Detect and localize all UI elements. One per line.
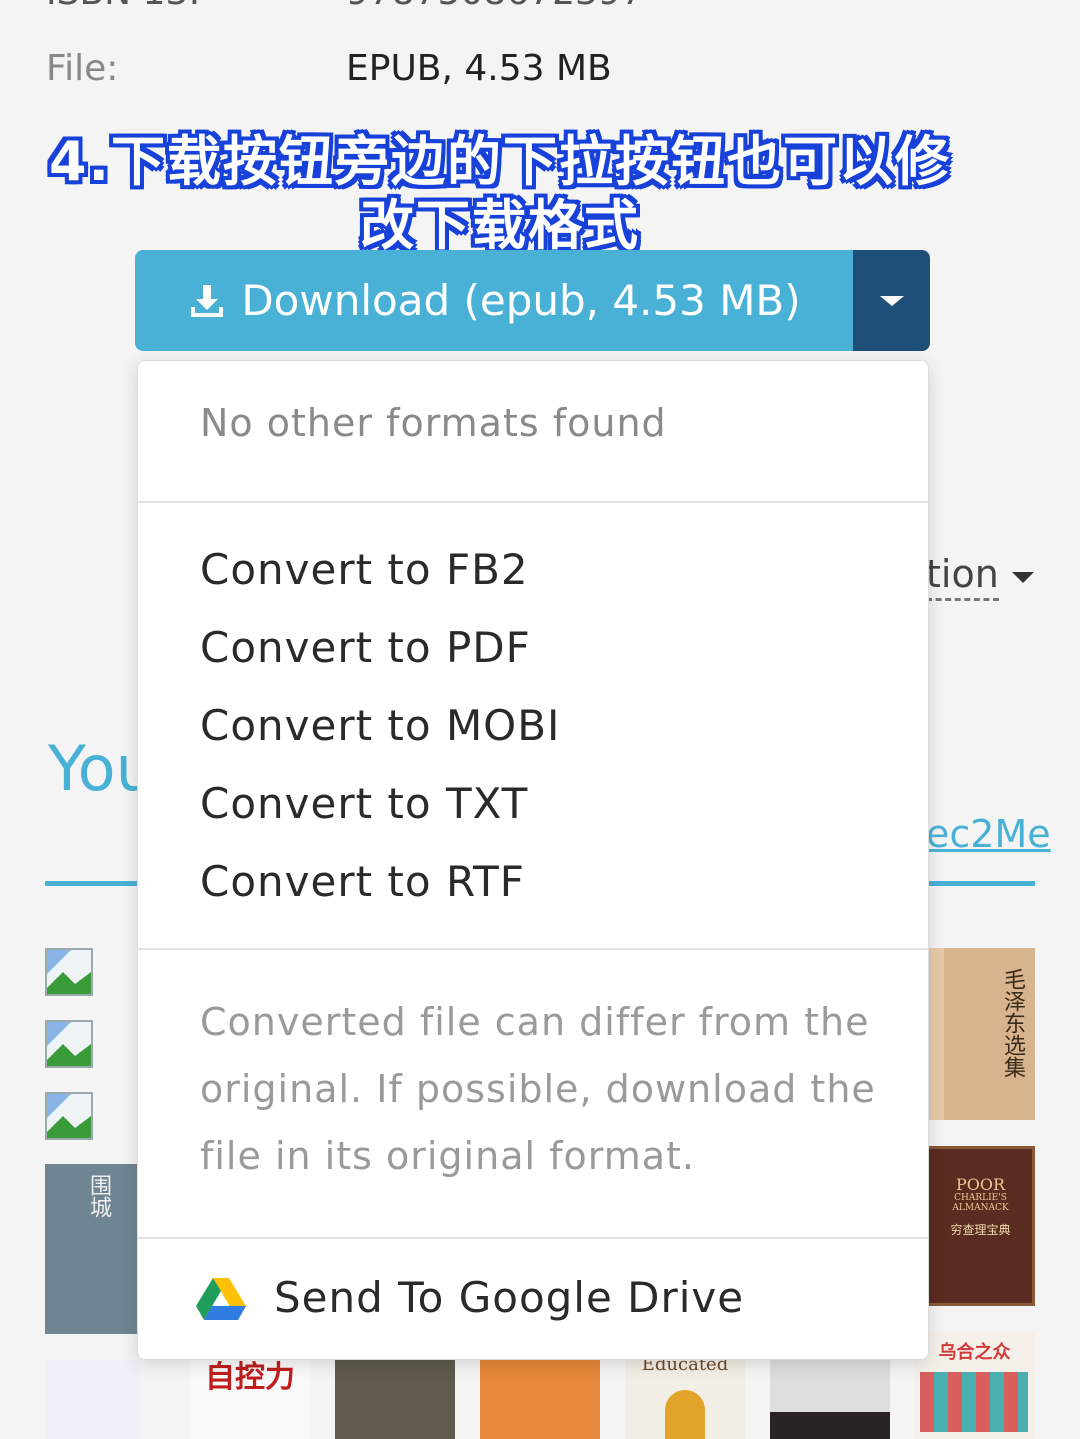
broken-image-icon[interactable] (45, 1092, 93, 1140)
download-button-label: Download (epub, 4.53 MB) (241, 276, 801, 325)
book-cover[interactable]: 乌合之众 (914, 1332, 1035, 1439)
file-label: File: (46, 48, 119, 89)
google-drive-label: Send To Google Drive (274, 1273, 745, 1322)
section-underline (926, 881, 1035, 886)
section-underline (45, 881, 140, 886)
convert-to-txt[interactable]: Convert to TXT (200, 779, 528, 828)
broken-image-icon[interactable] (45, 1020, 93, 1068)
book-cover[interactable]: Educated (625, 1360, 745, 1439)
convert-to-rtf[interactable]: Convert to RTF (200, 857, 525, 906)
book-cover[interactable] (770, 1360, 890, 1439)
book-cover-title: 乌合之众 (938, 1342, 1011, 1363)
book-cover-title: Educated (641, 1360, 729, 1375)
background-link[interactable]: ec2Me (926, 812, 1051, 856)
book-cover[interactable] (335, 1360, 455, 1439)
book-cover[interactable]: 自控力 (190, 1360, 310, 1439)
download-format-dropdown-toggle[interactable] (853, 250, 930, 351)
isbn-row: ISBN 13: 9787508672397 (46, 0, 644, 13)
book-cover-title: 围城 (86, 1174, 111, 1218)
book-cover-cn: 穷查理宝典 (950, 1223, 1011, 1237)
book-cover-subtitle: CHARLIE'S ALMANACK (952, 1193, 1009, 1213)
no-other-formats-note: No other formats found (200, 401, 667, 445)
book-cover[interactable] (45, 1360, 140, 1439)
download-icon (191, 284, 224, 317)
menu-divider (138, 1237, 928, 1239)
convert-to-mobi[interactable]: Convert to MOBI (200, 701, 560, 750)
convert-to-pdf[interactable]: Convert to PDF (200, 623, 531, 672)
download-format-menu: No other formats found Convert to FB2 Co… (137, 360, 929, 1360)
book-cover[interactable]: 围城 (45, 1164, 140, 1334)
conversion-warning: Converted file can differ from the origi… (200, 1000, 876, 1178)
annotation-caption: 4.下载按钮旁边的下拉按钮也可以修改下载格式 (48, 130, 952, 257)
background-select[interactable]: tion (926, 552, 999, 601)
book-cover[interactable]: 毛泽东选集 (926, 948, 1035, 1120)
isbn-label: ISBN 13: (46, 0, 200, 13)
caret-down-icon (879, 295, 904, 306)
file-row: File: EPUB, 4.53 MB (46, 48, 612, 89)
broken-image-icon[interactable] (45, 948, 93, 996)
download-button[interactable]: Download (epub, 4.53 MB) (135, 250, 853, 351)
book-cover[interactable] (480, 1360, 600, 1439)
book-cover-title: 自控力 (205, 1360, 295, 1395)
background-select-caret-icon (1012, 572, 1034, 583)
book-cover-title: POOR (955, 1175, 1006, 1194)
isbn-value: 9787508672397 (346, 0, 644, 13)
menu-divider (138, 501, 928, 503)
menu-divider (138, 948, 928, 950)
book-cover[interactable]: POOR CHARLIE'S ALMANACK 穷查理宝典 (926, 1146, 1035, 1306)
file-value: EPUB, 4.53 MB (346, 48, 612, 89)
send-to-google-drive[interactable]: Send To Google Drive (196, 1273, 744, 1322)
google-drive-icon (196, 1277, 246, 1320)
convert-to-fb2[interactable]: Convert to FB2 (200, 545, 529, 594)
book-cover-title: 毛泽东选集 (1000, 968, 1025, 1078)
